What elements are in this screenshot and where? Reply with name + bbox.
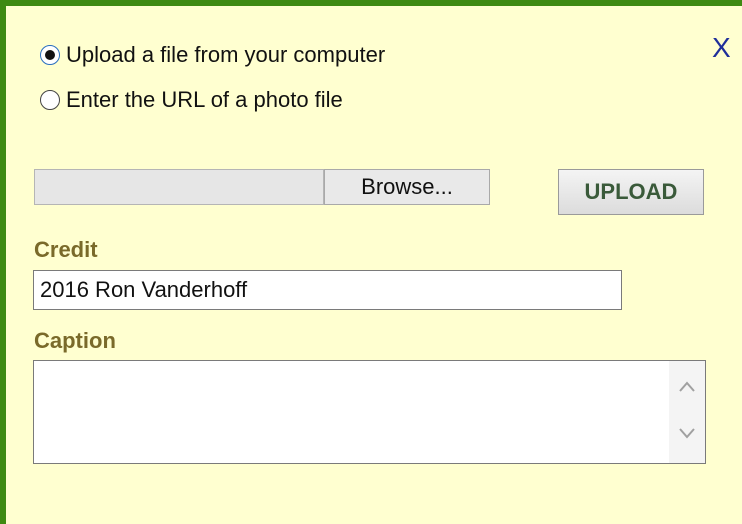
radio-label-upload: Upload a file from your computer: [66, 42, 386, 67]
caption-scrollbar[interactable]: [669, 361, 705, 463]
radio-label-url: Enter the URL of a photo file: [66, 87, 343, 112]
browse-button[interactable]: Browse...: [324, 169, 490, 205]
upload-button[interactable]: UPLOAD: [558, 169, 704, 215]
caption-textarea[interactable]: [34, 361, 668, 463]
photo-upload-dialog: X Upload a file from your computer Enter…: [0, 0, 742, 524]
chevron-up-icon[interactable]: [677, 377, 697, 397]
close-button[interactable]: X: [712, 34, 731, 62]
chevron-down-icon[interactable]: [677, 423, 697, 443]
credit-label: Credit: [34, 237, 98, 262]
radio-enter-url[interactable]: Enter the URL of a photo file: [40, 87, 343, 113]
caption-label: Caption: [34, 328, 116, 353]
radio-upload-from-computer[interactable]: Upload a file from your computer: [40, 42, 385, 68]
file-path-field[interactable]: [34, 169, 324, 205]
credit-input[interactable]: [33, 270, 622, 310]
radio-button-unchecked[interactable]: [40, 90, 60, 110]
caption-field: [33, 360, 706, 464]
radio-button-checked[interactable]: [40, 45, 60, 65]
